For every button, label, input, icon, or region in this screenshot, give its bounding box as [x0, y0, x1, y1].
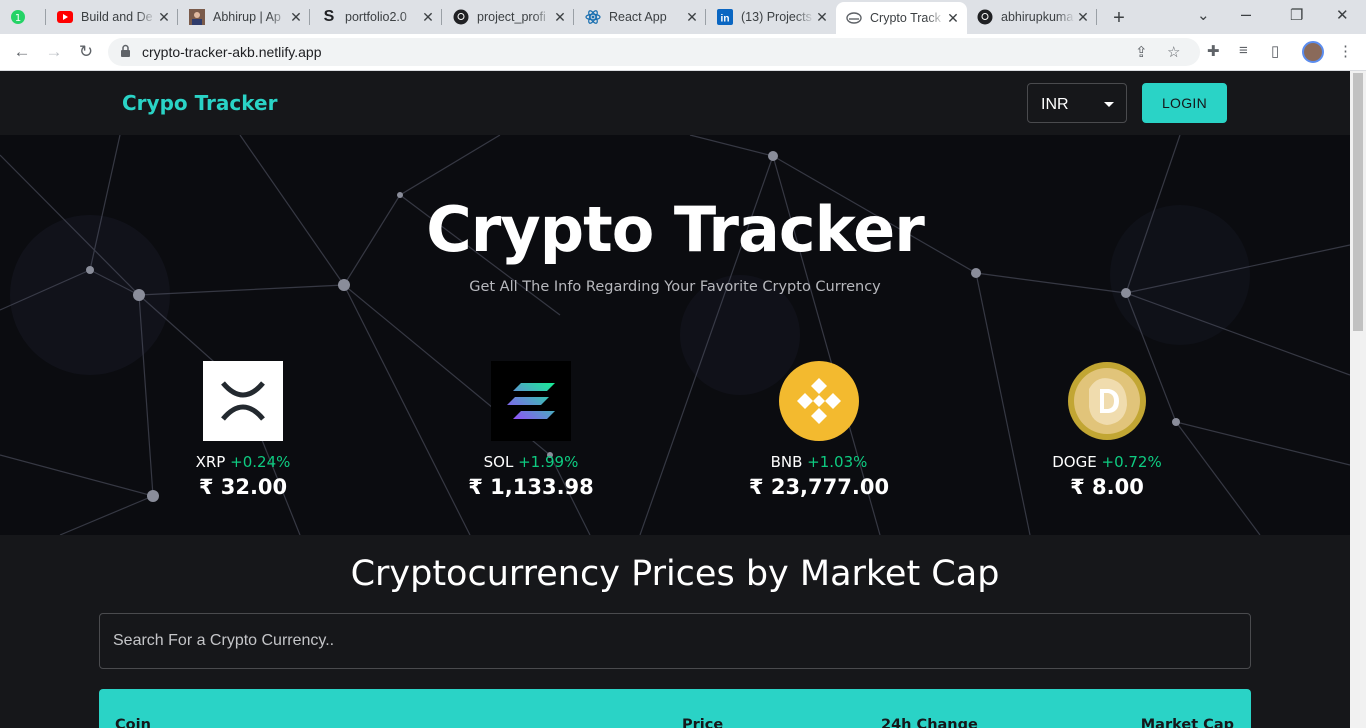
forward-button[interactable]: →	[43, 42, 65, 62]
close-icon[interactable]: ✕	[156, 9, 172, 26]
tab-title: Crypto Track	[870, 11, 941, 25]
react-icon	[585, 9, 601, 25]
coin-change: +0.72%	[1101, 453, 1162, 471]
coin-change: +1.99%	[518, 453, 579, 471]
tab-github-project[interactable]: project_profi ✕	[443, 0, 574, 34]
hero-banner: Crypto Tracker Get All The Info Regardin…	[0, 135, 1350, 535]
tab-title: project_profi	[477, 10, 546, 24]
github-icon	[453, 9, 469, 25]
close-icon[interactable]: ✕	[814, 9, 830, 26]
page-viewport: Crypo Tracker INR LOGIN Crypto Tracker G…	[0, 71, 1350, 728]
tab-badge: 1	[15, 13, 21, 24]
url-text: crypto-tracker-akb.netlify.app	[142, 44, 322, 60]
tab-whatsapp[interactable]: 1	[0, 0, 46, 34]
trending-coin-doge[interactable]: DOGE +0.72% ₹ 8.00	[1007, 361, 1207, 499]
bnb-logo	[779, 361, 859, 441]
coin-symbol: BNB	[770, 453, 803, 471]
close-icon[interactable]: ✕	[945, 10, 961, 27]
svg-text:in: in	[721, 14, 730, 25]
doge-logo	[1067, 361, 1147, 441]
trending-coin-bnb[interactable]: BNB +1.03% ₹ 23,777.00	[719, 361, 919, 499]
coin-symbol: SOL	[483, 453, 514, 471]
column-header-market-cap[interactable]: Market Cap	[1141, 717, 1234, 728]
coin-price: ₹ 8.00	[1070, 475, 1144, 499]
tab-title: abhirupkuma	[1001, 10, 1074, 24]
tab-youtube[interactable]: Build and De ✕	[47, 0, 178, 34]
close-icon[interactable]: ✕	[420, 9, 436, 26]
back-button[interactable]: ←	[11, 42, 33, 62]
column-header-24h-change[interactable]: 24h Change	[881, 717, 978, 728]
close-icon[interactable]: ✕	[288, 9, 304, 26]
coin-symbol-line: DOGE +0.72%	[1007, 453, 1207, 471]
tab-title: React App	[609, 10, 667, 24]
bookmark-star-icon[interactable]: ☆	[1167, 43, 1180, 61]
tab-title: (13) Projects	[741, 10, 812, 24]
coin-symbol: XRP	[195, 453, 226, 471]
hero-title: Crypto Tracker	[426, 193, 925, 266]
tab-portfolio[interactable]: S portfolio2.0 ✕	[311, 0, 442, 34]
tab-title: Abhirup | Ap	[213, 10, 281, 24]
coin-price: ₹ 23,777.00	[748, 475, 890, 499]
address-bar[interactable]: crypto-tracker-akb.netlify.app ⇪ ☆	[108, 38, 1200, 66]
solana-logo	[491, 361, 571, 441]
close-icon[interactable]: ✕	[1075, 9, 1091, 26]
coin-symbol: DOGE	[1052, 453, 1097, 471]
new-tab-button[interactable]: +	[1108, 7, 1130, 30]
browser-toolbar: ← → ↻ crypto-tracker-akb.netlify.app ⇪ ☆…	[0, 34, 1366, 71]
share-icon[interactable]: ⇪	[1135, 43, 1148, 61]
trending-coin-sol[interactable]: SOL +1.99% ₹ 1,133.98	[431, 361, 631, 499]
close-icon[interactable]: ✕	[552, 9, 568, 26]
coin-price: ₹ 32.00	[198, 475, 288, 499]
linkedin-icon: in	[717, 9, 733, 25]
close-window-button[interactable]: ✕	[1336, 6, 1349, 24]
s-logo-icon: S	[323, 8, 335, 25]
extensions-icon[interactable]: ✚	[1207, 42, 1220, 60]
crypto-tracker-icon	[846, 10, 862, 26]
side-panel-icon[interactable]: ▯	[1271, 42, 1279, 60]
tab-search-chevron-icon[interactable]: ⌄	[1197, 6, 1210, 24]
tab-title: portfolio2.0	[345, 10, 407, 24]
tab-crypto-tracker[interactable]: Crypto Track ✕	[836, 2, 967, 34]
tab-title: Build and De	[81, 10, 153, 24]
tab-profile[interactable]: Abhirup | Ap ✕	[179, 0, 310, 34]
youtube-icon	[57, 9, 73, 25]
coin-price: ₹ 1,133.98	[468, 475, 594, 499]
currency-select[interactable]: INR	[1027, 83, 1127, 123]
close-icon[interactable]: ✕	[684, 9, 700, 26]
profile-photo-icon	[189, 9, 205, 25]
reload-button[interactable]: ↻	[75, 42, 97, 62]
coin-change: +0.24%	[230, 453, 291, 471]
table-header: Coin Price 24h Change Market Cap	[99, 689, 1251, 728]
browser-tab-strip: 1 Build and De ✕ Abhirup | Ap ✕ S portfo…	[0, 0, 1366, 34]
column-header-coin[interactable]: Coin	[115, 717, 151, 728]
caret-down-icon	[1104, 102, 1114, 107]
coin-symbol-line: SOL +1.99%	[431, 453, 631, 471]
whatsapp-icon: 1	[10, 9, 26, 25]
login-button[interactable]: LOGIN	[1142, 83, 1227, 123]
media-control-icon[interactable]: ≡	[1239, 42, 1248, 59]
menu-kebab-icon[interactable]: ⋮	[1338, 42, 1353, 60]
trending-coin-xrp[interactable]: XRP +0.24% ₹ 32.00	[143, 361, 343, 499]
search-input[interactable]	[99, 613, 1251, 669]
scrollbar-thumb[interactable]	[1353, 73, 1363, 331]
github-icon	[977, 9, 993, 25]
restore-button[interactable]: ❐	[1290, 6, 1303, 24]
column-header-price[interactable]: Price	[682, 717, 723, 728]
tab-react-app[interactable]: React App ✕	[575, 0, 706, 34]
section-title: Cryptocurrency Prices by Market Cap	[350, 554, 1000, 594]
hero-subtitle: Get All The Info Regarding Your Favorite…	[469, 279, 881, 295]
minimize-button[interactable]: –	[1241, 4, 1251, 25]
tab-linkedin[interactable]: in (13) Projects ✕	[707, 0, 836, 34]
avatar[interactable]	[1302, 41, 1324, 63]
coin-change: +1.03%	[807, 453, 868, 471]
app-header: Crypo Tracker INR LOGIN	[0, 71, 1350, 135]
brand-logo-text[interactable]: Crypo Tracker	[122, 91, 277, 115]
lock-icon	[120, 44, 131, 63]
tab-github-profile[interactable]: abhirupkuma ✕	[967, 0, 1097, 34]
coin-symbol-line: XRP +0.24%	[143, 453, 343, 471]
currency-value: INR	[1041, 96, 1069, 113]
coin-symbol-line: BNB +1.03%	[719, 453, 919, 471]
xrp-logo	[203, 361, 283, 441]
